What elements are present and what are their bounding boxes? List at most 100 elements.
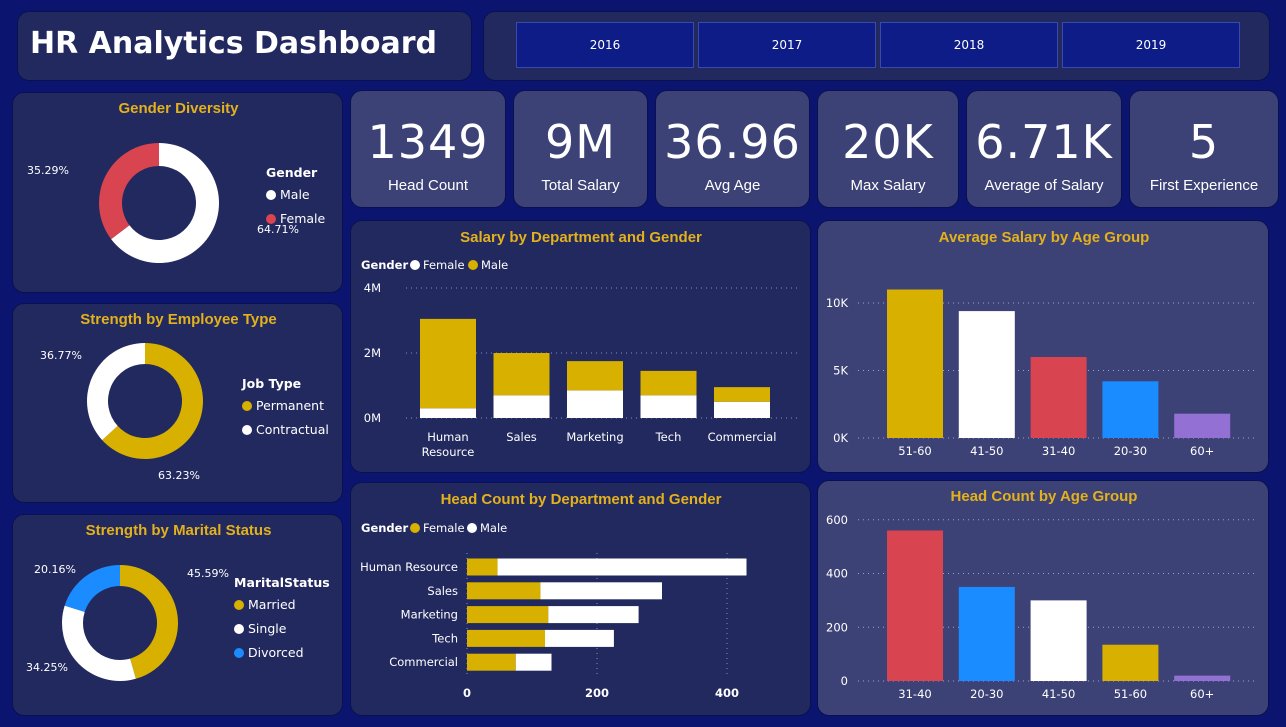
bar-human-resource-female xyxy=(467,558,498,576)
bar-60 xyxy=(1174,675,1231,681)
bar-commercial-male xyxy=(515,653,552,671)
legend-marker-female xyxy=(410,260,420,270)
y-tick-label: 4M xyxy=(364,281,381,295)
legend-label: Female xyxy=(280,211,326,226)
kpi-first-experience: 5 First Experience xyxy=(1129,90,1279,208)
chart-title: Gender Diversity xyxy=(118,100,239,117)
bar-20-30 xyxy=(958,586,1015,681)
kpi-value: 20K xyxy=(842,115,934,169)
kpi-value: 5 xyxy=(1188,115,1220,169)
legend-title: Gender xyxy=(361,258,408,272)
x-tick-label: 20-30 xyxy=(1114,444,1147,458)
donut-slice-contractual xyxy=(87,343,145,441)
data-label: 45.59% xyxy=(187,567,229,580)
bar-marketing-female xyxy=(467,606,549,624)
y-tick-label: 200 xyxy=(826,620,848,634)
y-tick-label: Tech xyxy=(431,631,458,645)
bar-20-30 xyxy=(1102,381,1159,438)
y-tick-label: Marketing xyxy=(401,608,458,622)
x-tick-label: 20-30 xyxy=(970,687,1003,701)
legend-label: Female xyxy=(423,521,465,535)
legend-label: Male xyxy=(481,258,508,272)
legend-marker-married xyxy=(234,600,244,610)
year-button-2019[interactable]: 2019 xyxy=(1062,22,1240,68)
chart-title: Salary by Department and Gender xyxy=(460,229,702,246)
legend-label: Permanent xyxy=(256,398,324,413)
kpi-avg-age: 36.96 Avg Age xyxy=(655,90,810,208)
x-tick-label: 400 xyxy=(715,686,739,700)
kpi-max-salary: 20K Max Salary xyxy=(817,90,959,208)
year-slicer: 2016 2017 2018 2019 xyxy=(483,11,1270,81)
y-tick-label: 10K xyxy=(826,296,849,310)
data-label: 35.29% xyxy=(27,164,69,177)
legend-title: Gender xyxy=(266,165,318,180)
legend-marker-permanent xyxy=(242,401,252,411)
y-tick-label: Sales xyxy=(427,584,458,598)
bar-41-50 xyxy=(958,311,1015,438)
bar-human-resource-female xyxy=(420,408,476,418)
chart-title: Strength by Marital Status xyxy=(86,522,272,539)
legend-marker-female xyxy=(410,523,420,533)
kpi-label: Max Salary xyxy=(850,177,926,194)
data-label: 20.16% xyxy=(34,563,76,576)
x-tick-label: 41-50 xyxy=(970,444,1003,458)
year-button-2017[interactable]: 2017 xyxy=(698,22,876,68)
y-tick-label: Human Resource xyxy=(360,560,458,574)
x-tick-label: 31-40 xyxy=(1042,444,1075,458)
chart-title: Head Count by Department and Gender xyxy=(441,491,722,508)
kpi-average-salary: 6.71K Average of Salary xyxy=(966,90,1122,208)
chart-title: Strength by Employee Type xyxy=(80,311,276,328)
employee-type-chart: Strength by Employee Type 63.23% 36.77% Job… xyxy=(40,311,329,482)
x-tick-label: Human Resource xyxy=(422,430,475,459)
bar-sales-male xyxy=(540,582,662,600)
chart-title: Average Salary by Age Group xyxy=(939,229,1150,246)
gender-diversity-card: Gender Diversity 64.71% 35.29% Gender Male Fe… xyxy=(12,92,343,293)
bar-tech-male xyxy=(640,370,697,396)
x-tick-label: Tech xyxy=(655,430,682,444)
dashboard-title: HR Analytics Dashboard xyxy=(30,26,437,61)
bar-commercial-female xyxy=(714,401,770,418)
salary-dept-gender-card: Salary by Department and Gender Gender Fem… xyxy=(350,220,811,473)
marital-status-card: Strength by Marital Status 45.59% 34.25% 20… xyxy=(12,514,343,716)
bar-sales-female xyxy=(493,395,550,418)
donut-slice-female xyxy=(99,143,159,240)
y-tick-label: 5K xyxy=(833,364,848,378)
title-card: HR Analytics Dashboard xyxy=(17,11,472,81)
legend-marker-male xyxy=(266,190,276,200)
kpi-label: First Experience xyxy=(1149,177,1259,194)
kpi-value: 6.71K xyxy=(975,115,1113,169)
legend-title: MaritalStatus xyxy=(234,575,330,590)
kpi-head-count: 1349 Head Count xyxy=(350,90,506,208)
kpi-label: Average of Salary xyxy=(984,177,1104,194)
legend-label: Female xyxy=(423,258,465,272)
bar-51-60 xyxy=(1102,644,1159,681)
bar-41-50 xyxy=(1030,600,1087,681)
donut-slice-single xyxy=(62,605,136,681)
x-tick-label: 51-60 xyxy=(898,444,931,458)
legend-label: Male xyxy=(480,521,507,535)
legend-marker-contractual xyxy=(242,425,252,435)
x-tick-label: 60+ xyxy=(1190,444,1214,458)
bar-marketing-male xyxy=(548,606,639,624)
headcount-age-chart: Head Count by Age Group 0 200 400 600 31-40 20… xyxy=(826,488,1258,701)
bar-31-40 xyxy=(887,530,943,681)
x-tick-label: 60+ xyxy=(1190,687,1214,701)
legend-marker-male xyxy=(468,260,478,270)
legend-marker-male xyxy=(467,523,477,533)
kpi-label: Head Count xyxy=(387,177,469,194)
legend-label: Contractual xyxy=(256,422,329,437)
bar-human-resource-male xyxy=(420,318,476,409)
bar-marketing-male xyxy=(567,361,623,391)
x-tick-label: Commercial xyxy=(708,430,777,444)
year-button-2018[interactable]: 2018 xyxy=(880,22,1058,68)
legend-marker-female xyxy=(266,214,276,224)
legend-title: Gender xyxy=(361,521,408,535)
headcount-dept-gender-card: Head Count by Department and Gender Gende… xyxy=(350,482,811,716)
bar-human-resource-male xyxy=(497,558,747,576)
gender-diversity-chart: Gender Diversity64.71%35.29% GenderMaleFe… xyxy=(27,100,326,263)
year-button-2016[interactable]: 2016 xyxy=(516,22,694,68)
y-tick-label: Commercial xyxy=(389,655,458,669)
bar-tech-female xyxy=(467,629,545,647)
bar-tech-female xyxy=(640,395,697,418)
data-label: 36.77% xyxy=(40,349,82,362)
